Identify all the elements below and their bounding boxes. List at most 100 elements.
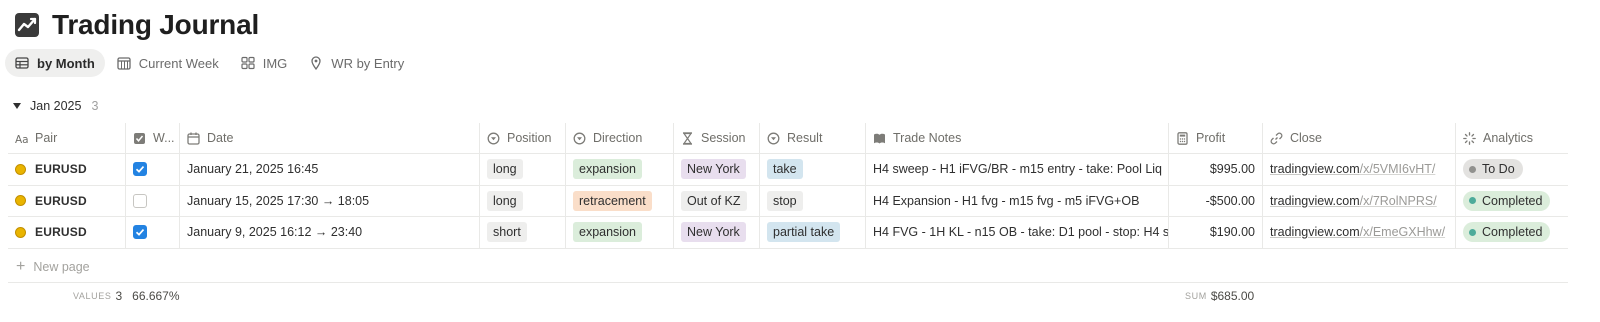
analytics-cell[interactable]: Completed (1456, 217, 1562, 248)
chart-line-icon (15, 13, 39, 37)
close-cell[interactable]: tradingview.com/x/7RolNPRS/ (1263, 185, 1456, 216)
column-header-position[interactable]: Position (480, 123, 566, 153)
session-tag: Out of KZ (681, 190, 747, 211)
date-cell[interactable]: January 9, 2025 16:12 → 23:40 (180, 217, 480, 248)
table-row[interactable]: EURUSD January 21, 2025 16:45 long expan… (8, 154, 1568, 186)
column-header-w[interactable]: W... (126, 123, 180, 153)
column-header-date[interactable]: Date (180, 123, 480, 153)
pair-cell[interactable]: EURUSD (8, 154, 126, 185)
result-cell[interactable]: partial take (760, 217, 866, 248)
table-header: Aa Pair W... Date Position Direction Ses… (8, 123, 1568, 154)
calc-sum: $685.00 (1210, 289, 1255, 303)
table-row[interactable]: EURUSD January 15, 2025 17:30 → 18:05 lo… (8, 185, 1568, 217)
column-header-trade-notes[interactable]: Trade Notes (866, 123, 1169, 153)
values-calculation[interactable]: VALUES 3 66.667% (73, 289, 180, 303)
column-header-session[interactable]: Session (674, 123, 760, 153)
win-cell[interactable] (126, 185, 180, 216)
tab-label: by Month (37, 55, 95, 71)
profit-cell[interactable]: $995.00 (1169, 154, 1263, 185)
date-cell[interactable]: January 21, 2025 16:45 (180, 154, 480, 185)
column-header-profit[interactable]: Profit (1169, 123, 1263, 153)
profit-value: $995.00 (1209, 162, 1255, 177)
analytics-cell[interactable]: Completed (1456, 186, 1562, 217)
notes-cell[interactable]: H4 sweep - H1 iFVG/BR - m15 entry - take… (866, 154, 1169, 185)
hourglass-icon (682, 131, 693, 145)
group-header-jan-2025[interactable]: Jan 2025 3 (12, 96, 98, 116)
view-tabs: by Month Current Week IMG WR by Entry (5, 49, 416, 77)
position-tag: long (487, 159, 523, 180)
profit-cell[interactable]: -$500.00 (1169, 185, 1263, 216)
column-header-pair[interactable]: Aa Pair (8, 123, 126, 153)
result-cell[interactable]: stop (760, 185, 866, 216)
result-cell[interactable]: take (760, 154, 866, 185)
pair-cell[interactable]: EURUSD (8, 185, 126, 216)
status-label: Completed (1482, 225, 1543, 240)
column-label: Date (207, 131, 234, 145)
column-header-result[interactable]: Result (760, 123, 866, 153)
win-checkbox[interactable] (133, 225, 147, 240)
checkmark-icon (135, 229, 145, 237)
calendar-icon (117, 57, 131, 70)
position-cell[interactable]: long (480, 154, 566, 185)
status-dot (1469, 228, 1476, 236)
calendar-icon (187, 132, 200, 145)
date-cell[interactable]: January 15, 2025 17:30 → 18:05 (180, 185, 480, 216)
close-link-domain[interactable]: tradingview.com (1270, 225, 1360, 239)
new-page-button[interactable]: + New page (16, 256, 90, 278)
table-row[interactable]: EURUSD January 9, 2025 16:12 → 23:40 sho… (8, 217, 1568, 249)
profit-value: -$500.00 (1205, 193, 1255, 208)
gallery-icon (241, 56, 255, 70)
select-property-icon (487, 132, 500, 144)
result-tag: partial take (767, 222, 841, 243)
column-label: Direction (593, 131, 643, 145)
column-label: Close (1290, 131, 1322, 145)
session-cell[interactable]: New York (674, 217, 760, 248)
close-link-path[interactable]: /x/7RolNPRS/ (1360, 194, 1437, 208)
column-header-close[interactable]: Close (1263, 123, 1456, 153)
date-value: January 9, 2025 16:12 → 23:40 (187, 225, 363, 240)
pair-cell[interactable]: EURUSD (8, 217, 126, 248)
session-cell[interactable]: New York (674, 154, 760, 185)
win-cell[interactable] (126, 154, 180, 185)
tab-wr-by-entry[interactable]: WR by Entry (299, 49, 414, 77)
notes-cell[interactable]: H4 FVG - 1H KL - n15 OB - take: D1 pool … (866, 217, 1169, 248)
close-cell[interactable]: tradingview.com/x/5VMI6vHT/ (1263, 154, 1456, 185)
tab-img[interactable]: IMG (231, 49, 298, 77)
status-badge: Completed (1463, 190, 1551, 211)
close-link-domain[interactable]: tradingview.com (1270, 162, 1360, 176)
direction-cell[interactable]: expansion (566, 154, 674, 185)
close-link-path[interactable]: /x/EmeGXHhw/ (1360, 225, 1445, 239)
notes-value: H4 sweep - H1 iFVG/BR - m15 entry - take… (873, 162, 1162, 177)
win-cell[interactable] (126, 217, 180, 248)
position-cell[interactable]: short (480, 217, 566, 248)
close-link-domain[interactable]: tradingview.com (1270, 194, 1360, 208)
column-label: Profit (1196, 131, 1226, 145)
coin-icon (15, 195, 26, 207)
direction-cell[interactable]: expansion (566, 217, 674, 248)
tab-label: Current Week (138, 55, 219, 71)
position-cell[interactable]: long (480, 185, 566, 216)
column-label: W... (153, 131, 175, 145)
session-cell[interactable]: Out of KZ (674, 185, 760, 216)
tab-current-week[interactable]: Current Week (107, 49, 229, 77)
column-header-analytics[interactable]: Analytics (1456, 123, 1562, 153)
footer-divider (8, 282, 1568, 283)
checkbox-property-icon (134, 132, 145, 144)
tab-by-month[interactable]: by Month (5, 49, 105, 77)
position-tag: long (487, 190, 523, 211)
sum-calculation[interactable]: SUM $685.00 (1185, 289, 1254, 303)
win-checkbox[interactable] (133, 162, 147, 177)
win-checkbox[interactable] (133, 193, 147, 208)
session-tag: New York (681, 159, 746, 180)
profit-cell[interactable]: $190.00 (1169, 217, 1263, 248)
group-label: Jan 2025 (30, 99, 82, 113)
analytics-cell[interactable]: To Do (1456, 154, 1562, 185)
close-link-path[interactable]: /x/5VMI6vHT/ (1360, 162, 1436, 176)
caret-down-icon[interactable] (12, 101, 22, 111)
select-property-icon (573, 132, 586, 144)
close-cell[interactable]: tradingview.com/x/EmeGXHhw/ (1263, 217, 1456, 248)
notes-cell[interactable]: H4 Expansion - H1 fvg - m15 fvg - m5 iFV… (866, 185, 1169, 216)
page-header: Trading Journal (14, 6, 259, 44)
column-header-direction[interactable]: Direction (566, 123, 674, 153)
direction-cell[interactable]: retracement (566, 185, 674, 216)
